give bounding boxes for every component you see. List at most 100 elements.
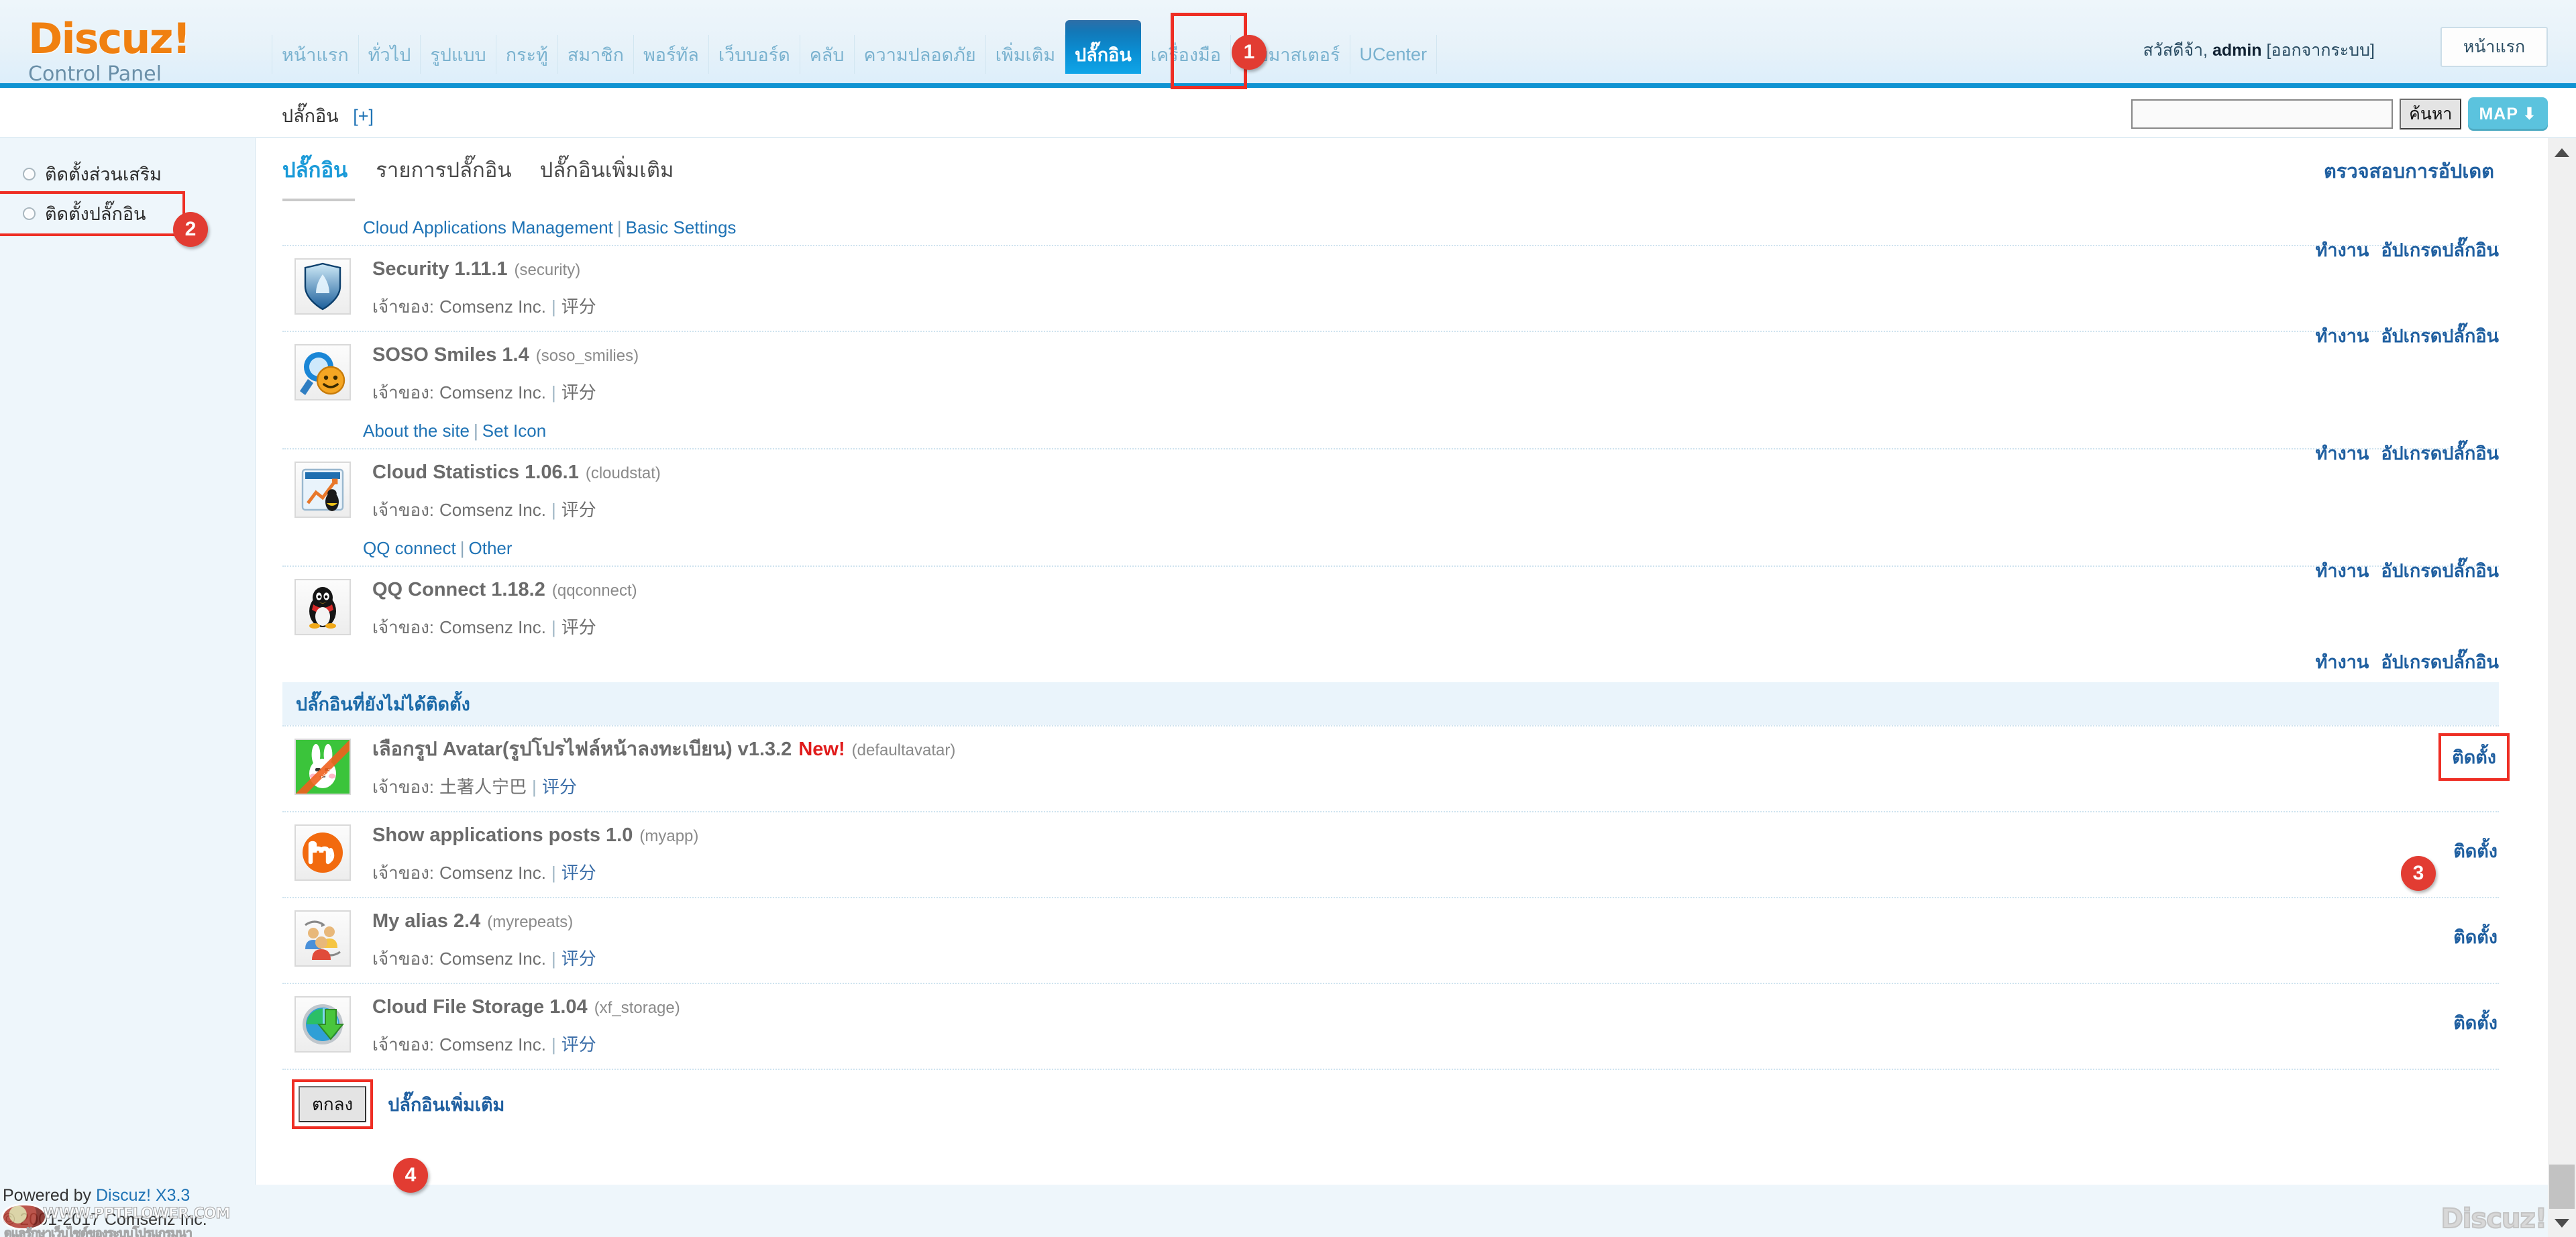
plugin-sublink[interactable]: Basic Settings [626, 217, 737, 237]
nav-item-11[interactable]: เครื่องมือ [1141, 35, 1232, 74]
rate-link[interactable]: 评分 [561, 617, 596, 637]
plugin-enable-link[interactable]: ทำงาน [2316, 321, 2369, 350]
nav-item-4[interactable]: สมาชิก [558, 35, 634, 74]
sidebar-item-0[interactable]: ติดตั้งส่วนเสริม [0, 154, 182, 194]
submit-button[interactable]: ตกลง [299, 1086, 367, 1122]
owner-separator: | [551, 863, 556, 883]
nav-item-0[interactable]: หน้าแรก [272, 35, 359, 74]
plugin-enable-link[interactable]: ทำงาน [2316, 235, 2369, 264]
plugin-sublinks: Cloud Applications Management | Basic Sett… [282, 213, 2499, 245]
nav-item-label: กระทู้ [505, 44, 548, 65]
nav-item-13[interactable]: UCenter [1350, 35, 1438, 74]
link-separator: | [474, 421, 478, 441]
install-button[interactable]: ติดตั้ง [2453, 837, 2498, 865]
plugin-upgrade-link[interactable]: อัปเกรดปลั๊กอิน [2381, 235, 2499, 264]
install-button[interactable]: ติดตั้ง [2453, 1008, 2498, 1037]
plugin-owner-line: เจ้าของ: Comsenz Inc. | 评分 [372, 379, 2499, 407]
plugin-sublink[interactable]: Set Icon [482, 421, 546, 441]
plugin-icon-frame [294, 344, 351, 400]
cloud-storage-icon [296, 998, 350, 1051]
rate-link[interactable]: 评分 [561, 500, 596, 520]
plugin-owner-line: เจ้าของ: Comsenz Inc. | 评分 [372, 614, 2499, 641]
search-input[interactable] [2131, 99, 2394, 129]
breadcrumb: ปลั๊กอิน [+] [282, 101, 374, 130]
qq-penguin-icon [296, 580, 350, 634]
rate-link[interactable]: 评分 [561, 297, 596, 317]
map-button[interactable]: MAP ⬇ [2468, 97, 2548, 131]
scroll-up-icon[interactable] [2548, 138, 2576, 166]
nav-item-2[interactable]: รูปแบบ [421, 35, 496, 74]
radio-icon[interactable] [23, 207, 36, 220]
install-button[interactable]: ติดตั้ง [2438, 733, 2510, 781]
vertical-scrollbar[interactable] [2548, 138, 2576, 1237]
plugin-row: Show applications posts 1.0 (myapp) เจ้าขอ… [282, 812, 2499, 897]
search-area: ค้นหา MAP ⬇ [2131, 97, 2548, 131]
plugin-upgrade-link[interactable]: อัปเกรดปลั๊กอิน [2381, 439, 2499, 468]
plugin-enable-link[interactable]: ทำงาน [2316, 647, 2369, 676]
plugin-row: Cloud Statistics 1.06.1 (cloudstat) เจ้าขอ… [282, 443, 2499, 534]
soso-smiles-icon [296, 345, 350, 399]
owner-name: Comsenz Inc. [439, 500, 546, 520]
plugin-sublink[interactable]: Cloud Applications Management [363, 217, 613, 237]
plugin-icon-frame [294, 462, 351, 518]
plugin-links-row: About the site | Set Icon [282, 417, 2499, 448]
nav-item-label: ปลั๊กอิน [1075, 44, 1132, 65]
owner-name: 土著人宁巴 [439, 777, 527, 797]
content-tabs: ปลั๊กอิน รายการปลั๊กอิน ปลั๊กอินเพิ่มเติม [282, 153, 674, 186]
plugin-title-text: QQ Connect 1.18.2 [372, 579, 545, 600]
nav-item-10[interactable]: ปลั๊กอิน [1065, 20, 1141, 74]
app-root: Discuz! Control Panel หน้าแรก ทั่วไป รูปแบ… [0, 0, 2576, 1237]
plugin-enable-link[interactable]: ทำงาน [2316, 556, 2369, 585]
nav-item-3[interactable]: กระทู้ [496, 35, 558, 74]
content-tab-1[interactable]: รายการปลั๊กอิน [376, 153, 511, 186]
download-arrow-icon: ⬇ [2522, 105, 2537, 123]
plugin-upgrade-link[interactable]: อัปเกรดปลั๊กอิน [2381, 556, 2499, 585]
plugin-sublink[interactable]: Other [469, 538, 513, 558]
discuz-logo[interactable]: Discuz! Control Panel [28, 17, 250, 87]
plugin-identifier: (defaultavatar) [851, 741, 956, 759]
users-group-icon [296, 912, 350, 965]
owner-name: Comsenz Inc. [439, 863, 546, 883]
rate-link[interactable]: 评分 [561, 949, 596, 969]
plugin-owner-line: เจ้าของ: Comsenz Inc. | 评分 [372, 293, 2499, 321]
sidebar-item-1[interactable]: ติดตั้งปลั๊กอิน [0, 191, 185, 236]
logout-link[interactable]: [ออกจากระบบ] [2267, 41, 2375, 60]
plugin-sublink[interactable]: About the site [363, 421, 470, 441]
plugin-info: Security 1.11.1 (security) เจ้าของ: Comsenz… [372, 256, 2499, 321]
nav-item-label: สมาชิก [567, 44, 624, 65]
rate-link[interactable]: 评分 [561, 382, 596, 402]
plugin-upgrade-link[interactable]: อัปเกรดปลั๊กอิน [2381, 647, 2499, 676]
nav-item-9[interactable]: เพิ่มเติม [986, 35, 1066, 74]
nav-item-1[interactable]: ทั่วไป [359, 35, 421, 74]
content-tab-0[interactable]: ปลั๊กอิน [282, 153, 347, 186]
discuz-version-link[interactable]: Discuz! X3.3 [96, 1186, 190, 1205]
install-button[interactable]: ติดตั้ง [2453, 922, 2498, 951]
more-plugins-link[interactable]: ปลั๊กอินเพิ่มเติม [388, 1090, 504, 1119]
submit-button-annotation: ตกลง [291, 1079, 374, 1129]
scroll-down-icon[interactable] [2548, 1209, 2576, 1237]
content-tab-2[interactable]: ปลั๊กอินเพิ่มเติม [540, 153, 674, 186]
owner-label: เจ้าของ: [372, 617, 435, 637]
nav-item-8[interactable]: ความปลอดภัย [855, 35, 986, 74]
check-update-link[interactable]: ตรวจสอบการอัปเดต [2324, 156, 2494, 186]
nav-item-7[interactable]: คลับ [800, 35, 855, 74]
plugin-sublink[interactable]: QQ connect [363, 538, 456, 558]
breadcrumb-expand-toggle[interactable]: [+] [353, 106, 374, 126]
nav-item-6[interactable]: เว็บบอร์ด [709, 35, 800, 74]
rate-link[interactable]: 评分 [561, 863, 596, 883]
plugin-row: AILab เลือกรูป Avatar(รูปโปรไฟล์หน้าลงทะเ… [282, 727, 2510, 811]
rate-link[interactable]: 评分 [542, 777, 577, 797]
plugin-links-row: QQ connect | Other [282, 534, 2499, 566]
plugin-enable-link[interactable]: ทำงาน [2316, 439, 2369, 468]
radio-icon[interactable] [23, 168, 36, 180]
sub-toolbar: ปลั๊กอิน [+] ค้นหา MAP ⬇ [0, 88, 2576, 138]
plugin-upgrade-link[interactable]: อัปเกรดปลั๊กอิน [2381, 321, 2499, 350]
plugin-title-text: SOSO Smiles 1.4 [372, 344, 529, 366]
search-button[interactable]: ค้นหา [2400, 99, 2462, 129]
nav-item-5[interactable]: พอร์ทัล [634, 35, 709, 74]
plugin-owner-line: เจ้าของ: Comsenz Inc. | 评分 [372, 496, 2499, 524]
home-button[interactable]: หน้าแรก [2440, 27, 2548, 67]
plugin-actions: ทำงาน อัปเกรดปลั๊กอิน [2316, 235, 2499, 264]
rate-link[interactable]: 评分 [561, 1034, 596, 1055]
scrollbar-thumb[interactable] [2549, 1165, 2575, 1212]
